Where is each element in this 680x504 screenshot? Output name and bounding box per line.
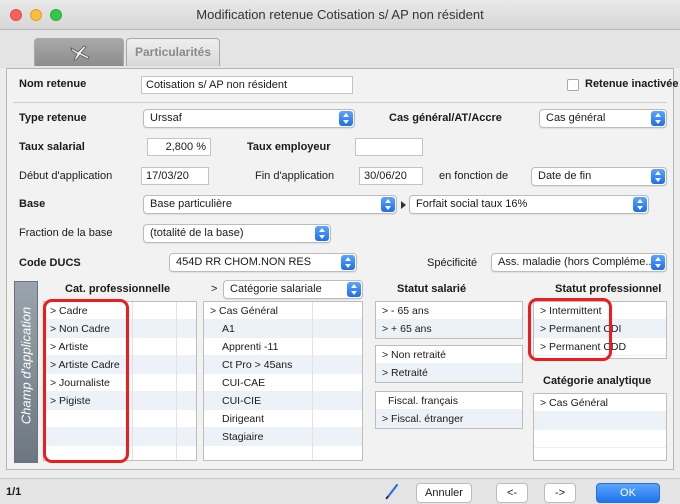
list-item[interactable]: CUI-CAE — [204, 374, 362, 392]
cat-analytique-list[interactable]: > Cas Général — [533, 393, 667, 461]
taux-employeur-field[interactable] — [355, 138, 423, 156]
en-fonction-de-select[interactable]: Date de fin — [531, 167, 667, 186]
select-arrows-icon — [651, 169, 665, 184]
tab-bar: Particularités — [0, 30, 680, 68]
categorie-prefix: > — [211, 283, 218, 295]
list-item[interactable]: A1 — [204, 320, 362, 338]
list-item[interactable]: > - 65 ans — [376, 302, 522, 320]
statut-salarie-header: Statut salarié — [397, 283, 467, 295]
nom-retenue-field[interactable]: Cotisation s/ AP non résident — [141, 76, 353, 94]
list-item[interactable]: > + 65 ans — [376, 320, 522, 338]
cat-pro-header: Cat. professionnelle — [65, 283, 171, 295]
taux-salarial-field[interactable]: 2,800 % — [147, 138, 211, 156]
highlight-box — [43, 299, 129, 463]
tab-general[interactable] — [34, 38, 124, 66]
select-arrows-icon — [341, 255, 355, 270]
categorie-salariale-select[interactable]: Catégorie salariale — [223, 280, 363, 299]
debut-application-field[interactable]: 17/03/20 — [141, 167, 209, 185]
pen-icon[interactable] — [384, 482, 400, 500]
statut-pro-header: Statut professionnel — [555, 283, 662, 295]
list-item[interactable]: > Cas Général — [204, 302, 362, 320]
previous-button[interactable]: <- — [496, 483, 528, 503]
list-item[interactable]: > Cas Général — [534, 394, 666, 412]
retenue-inactivee-checkbox[interactable] — [567, 79, 579, 91]
empty-row — [534, 412, 666, 430]
airplane-icon — [70, 45, 90, 61]
en-fonction-de-label: en fonction de — [439, 170, 509, 182]
list-item[interactable]: Dirigeant — [204, 410, 362, 428]
cas-general-label: Cas général/AT/Accre — [389, 112, 502, 124]
base-value: Base particulière — [150, 198, 232, 210]
select-arrows-icon — [339, 111, 353, 126]
taux-employeur-label: Taux employeur — [247, 141, 331, 153]
fraction-base-label: Fraction de la base — [19, 227, 113, 239]
fraction-base-value: (totalité de la base) — [150, 227, 244, 239]
champ-application-label: Champ d'application — [18, 306, 34, 425]
cat-analytique-header: Catégorie analytique — [543, 375, 652, 387]
nom-retenue-label: Nom retenue — [19, 78, 87, 90]
champ-application-sidebar: Champ d'application — [14, 281, 38, 463]
taux-salarial-label: Taux salarial — [19, 141, 85, 153]
fin-application-label: Fin d'application — [255, 170, 335, 182]
list-item[interactable]: > Non retraité — [376, 346, 522, 364]
select-arrows-icon — [651, 111, 665, 126]
list-item[interactable]: Stagiaire — [204, 428, 362, 446]
base-detail-select[interactable]: Forfait social taux 16% — [409, 195, 649, 214]
tab-particularites[interactable]: Particularités — [126, 38, 220, 66]
fraction-base-select[interactable]: (totalité de la base) — [143, 224, 331, 243]
form-panel: Nom retenue Cotisation s/ AP non résiden… — [6, 68, 679, 470]
ok-button[interactable]: OK — [596, 483, 660, 503]
specificite-label: Spécificité — [427, 257, 478, 269]
list-item[interactable]: CUI-CIE — [204, 392, 362, 410]
specificite-value: Ass. maladie (hors Compléme... — [498, 256, 655, 268]
cas-general-value: Cas général — [546, 112, 606, 124]
base-detail-value: Forfait social taux 16% — [416, 198, 528, 210]
type-retenue-value: Urssaf — [150, 112, 182, 124]
en-fonction-de-value: Date de fin — [538, 170, 592, 182]
select-arrows-icon — [651, 255, 665, 270]
debut-application-label: Début d'application — [19, 170, 113, 182]
highlight-box — [528, 298, 612, 361]
fin-application-field[interactable]: 30/06/20 — [359, 167, 423, 185]
page-counter: 1/1 — [6, 486, 22, 498]
list-item[interactable]: Apprenti -11 — [204, 338, 362, 356]
age-list[interactable]: > - 65 ans > + 65 ans — [375, 301, 523, 339]
select-arrows-icon — [347, 282, 361, 297]
list-item[interactable]: > Retraité — [376, 364, 522, 382]
categorie-list[interactable]: > Cas Général A1 Apprenti -11 Ct Pro > 4… — [203, 301, 363, 461]
next-button[interactable]: -> — [544, 483, 576, 503]
code-ducs-value: 454D RR CHOM.NON RES — [176, 256, 312, 268]
specificite-select[interactable]: Ass. maladie (hors Compléme... — [491, 253, 667, 272]
base-label: Base — [19, 198, 46, 210]
bottom-bar: 1/1 Annuler <- -> OK — [0, 478, 680, 504]
retraite-list[interactable]: > Non retraité > Retraité — [375, 345, 523, 383]
list-item[interactable]: > Fiscal. étranger — [376, 410, 522, 428]
empty-row — [534, 430, 666, 448]
base-select[interactable]: Base particulière — [143, 195, 397, 214]
list-item[interactable]: Ct Pro > 45ans — [204, 356, 362, 374]
divider — [13, 102, 667, 103]
type-retenue-select[interactable]: Urssaf — [143, 109, 355, 128]
select-arrows-icon — [315, 226, 329, 241]
categorie-salariale-value: Catégorie salariale — [230, 283, 322, 295]
type-retenue-label: Type retenue — [19, 112, 87, 124]
cancel-button[interactable]: Annuler — [416, 483, 472, 503]
select-arrows-icon — [633, 197, 647, 212]
cas-general-select[interactable]: Cas général — [539, 109, 667, 128]
window-title: Modification retenue Cotisation s/ AP no… — [196, 7, 484, 22]
retenue-inactivee-label: Retenue inactivée — [585, 78, 679, 90]
code-ducs-select[interactable]: 454D RR CHOM.NON RES — [169, 253, 357, 272]
list-item[interactable]: Fiscal. français — [376, 392, 522, 410]
code-ducs-label: Code DUCS — [19, 257, 81, 269]
select-arrows-icon — [381, 197, 395, 212]
disclosure-triangle-icon[interactable] — [401, 201, 406, 209]
title-bar: Modification retenue Cotisation s/ AP no… — [0, 0, 680, 30]
fiscal-list[interactable]: Fiscal. français > Fiscal. étranger — [375, 391, 523, 429]
